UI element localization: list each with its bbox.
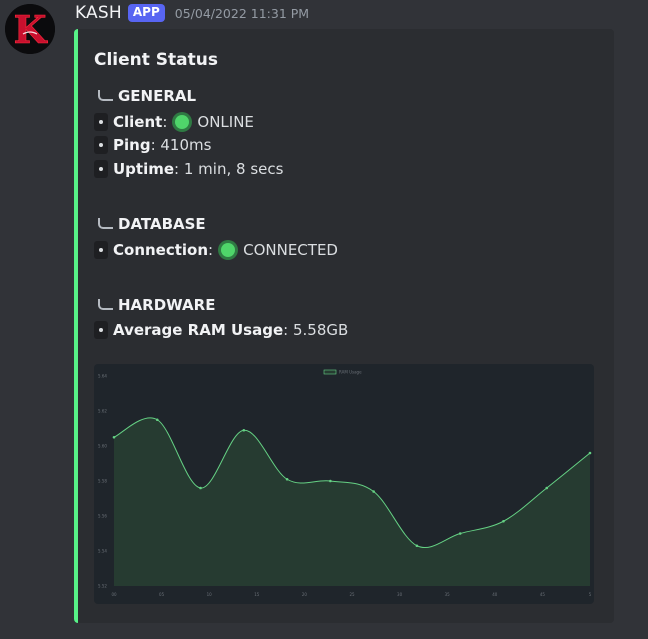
data-point: [329, 479, 332, 483]
legend-label: RAM Usage: [339, 370, 362, 375]
connection-status: CONNECTED: [243, 241, 338, 259]
area-fill: [114, 417, 590, 586]
app-badge: APP: [127, 4, 165, 22]
y-tick-label: 5.62: [98, 409, 107, 414]
status-embed: Client Status GENERAL Client: ONLINE Pin…: [74, 29, 614, 623]
ram-usage-chart[interactable]: 5.64 5.62 5.60 5.58 5.56 5.54 5.52 00 05 10 15 20 25…: [94, 364, 594, 604]
bullet-icon: [94, 136, 108, 154]
ping-key: Ping: [113, 136, 151, 154]
x-tick-label: 30: [397, 592, 403, 597]
x-tick-label: 35: [445, 592, 451, 597]
x-tick-label: 15: [254, 592, 260, 597]
x-tick-label: 5: [589, 592, 592, 597]
data-point: [285, 477, 289, 481]
avatar[interactable]: K: [5, 4, 55, 54]
section-general-label: GENERAL: [118, 87, 197, 105]
x-tick-label: 45: [540, 592, 546, 597]
ping-line: Ping: 410ms: [94, 134, 211, 156]
tree-corner-icon: [98, 299, 113, 310]
client-line: Client: ONLINE: [94, 111, 254, 133]
connection-key: Connection: [113, 241, 209, 259]
connection-line: Connection: CONNECTED: [94, 239, 338, 261]
client-key: Client: [113, 113, 163, 131]
section-database: DATABASE: [98, 213, 206, 233]
data-point: [112, 435, 116, 439]
timestamp: 05/04/2022 11:31 PM: [174, 5, 310, 21]
data-point: [458, 532, 462, 535]
kash-logo-icon: K: [5, 4, 55, 54]
uptime-value: 1 min, 8 secs: [183, 160, 284, 178]
x-tick-label: 20: [302, 592, 308, 597]
data-point: [502, 519, 505, 523]
embed-title: Client Status: [94, 50, 218, 70]
x-tick-label: 05: [159, 592, 165, 597]
client-status: ONLINE: [197, 113, 254, 131]
green-circle-icon: [218, 240, 239, 260]
tree-corner-icon: [98, 90, 113, 101]
legend-swatch: [323, 369, 337, 375]
bullet-icon: [94, 321, 108, 339]
tree-corner-icon: [98, 218, 113, 229]
data-point: [372, 490, 375, 493]
y-tick-label: 5.64: [98, 374, 107, 379]
section-hardware: HARDWARE: [98, 294, 215, 314]
section-hardware-label: HARDWARE: [118, 296, 216, 314]
data-point: [415, 544, 419, 548]
y-tick-label: 5.54: [98, 549, 107, 554]
y-tick-label: 5.52: [98, 584, 107, 589]
uptime-line: Uptime: 1 min, 8 secs: [94, 158, 283, 180]
data-point: [199, 486, 202, 490]
y-tick-label: 5.60: [98, 444, 107, 449]
ram-value: 5.58GB: [292, 321, 349, 339]
section-general: GENERAL: [98, 85, 196, 105]
bullet-icon: [94, 113, 108, 131]
section-database-label: DATABASE: [118, 215, 206, 233]
data-point: [155, 418, 159, 422]
data-point: [545, 486, 549, 490]
ping-value: 410ms: [160, 136, 212, 154]
green-circle-icon: [172, 112, 193, 132]
x-tick-label: 25: [349, 592, 355, 597]
bullet-icon: [94, 241, 108, 259]
message-header: KASH APP 05/04/2022 11:31 PM: [75, 2, 309, 24]
x-tick-label: 10: [207, 592, 213, 597]
username[interactable]: KASH: [75, 3, 122, 23]
chart-svg: 5.64 5.62 5.60 5.58 5.56 5.54 5.52 00 05 10 15 20 25…: [98, 369, 592, 598]
x-tick-label: 40: [492, 592, 498, 597]
data-point: [242, 428, 246, 432]
ram-key: Average RAM Usage: [113, 321, 284, 339]
avatar-letter: K: [13, 7, 48, 52]
bullet-icon: [94, 160, 108, 178]
ram-line: Average RAM Usage: 5.58GB: [94, 319, 348, 341]
x-tick-label: 00: [111, 592, 117, 597]
uptime-key: Uptime: [113, 160, 175, 178]
y-tick-label: 5.56: [98, 514, 107, 519]
data-point: [588, 451, 592, 455]
y-tick-label: 5.58: [98, 479, 107, 484]
